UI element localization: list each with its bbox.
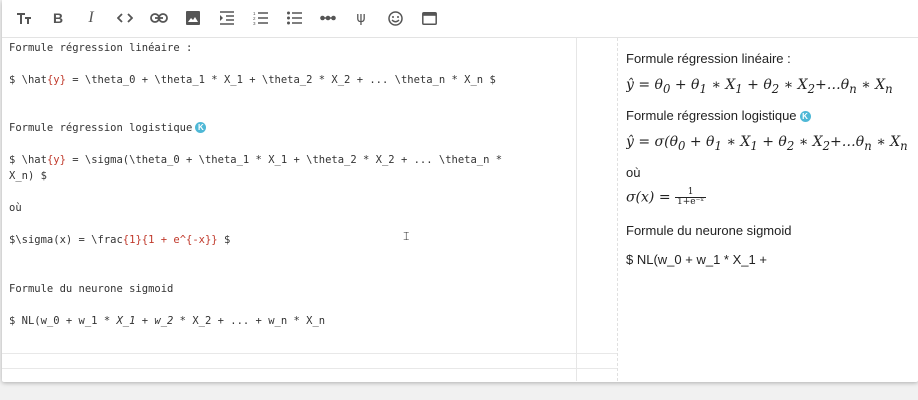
markdown-editor: B I 123 ψ Formule régression linéaire: … bbox=[2, 0, 918, 382]
preview-text: $ NL(w_0 + w_1 * X_1 + bbox=[626, 252, 767, 267]
preview-heading: Formule régression linéaire : bbox=[626, 51, 791, 66]
source-line: $ NL(w_0 + w_1 * X_1 + w_2 * X_2 + ... +… bbox=[9, 315, 326, 327]
formula-button[interactable]: ψ bbox=[348, 5, 374, 31]
source-line: Formule régression linéaire : bbox=[9, 42, 193, 54]
source-line: $ \hat{y} = \sigma(\theta_0 + \theta_1 *… bbox=[9, 154, 503, 166]
k-badge-icon: K bbox=[799, 111, 811, 122]
bold-icon: B bbox=[52, 10, 64, 26]
preview-heading: Formule régression logistique K bbox=[626, 108, 811, 123]
source-line: Formule du neurone sigmoid bbox=[9, 283, 174, 295]
text-size-icon bbox=[17, 13, 31, 24]
window-icon bbox=[421, 11, 437, 25]
code-button[interactable] bbox=[112, 5, 138, 31]
source-line: $ \hat{y} = \theta_0 + \theta_1 * X_1 + … bbox=[9, 74, 496, 86]
horizontal-rule-button[interactable] bbox=[315, 5, 341, 31]
indent-button[interactable] bbox=[214, 5, 240, 31]
markdown-source-pane[interactable]: Formule régression linéaire : $ \hat{y} … bbox=[2, 38, 618, 381]
link-button[interactable] bbox=[146, 5, 172, 31]
preview-toggle-button[interactable] bbox=[416, 5, 442, 31]
pane-divider[interactable] bbox=[576, 38, 577, 381]
active-line-highlight bbox=[2, 353, 618, 369]
psi-icon: ψ bbox=[356, 10, 366, 26]
editor-toolbar: B I 123 ψ bbox=[2, 0, 918, 38]
ordered-list-icon: 123 bbox=[253, 11, 268, 25]
preview-formula: ŷ = σ(θ0 + θ1 ∗ X1 + θ2 ∗ X2+…θn ∗ Xn bbox=[626, 134, 908, 153]
preview-formula: ŷ = θ0 + θ1 ∗ X1 + θ2 ∗ X2+…θn ∗ Xn bbox=[626, 77, 893, 96]
k-badge-icon: K bbox=[195, 122, 207, 133]
horizontal-rule-icon bbox=[320, 15, 336, 21]
bullet-list-icon bbox=[286, 11, 302, 25]
svg-text:3: 3 bbox=[253, 21, 256, 25]
bullet-list-button[interactable] bbox=[281, 5, 307, 31]
text-cursor-icon: 𝙸 bbox=[402, 229, 411, 243]
emoji-button[interactable] bbox=[382, 5, 408, 31]
indent-icon bbox=[220, 11, 234, 25]
text-size-button[interactable] bbox=[11, 5, 37, 31]
image-icon bbox=[186, 11, 200, 25]
preview-gutter bbox=[617, 38, 618, 381]
source-line: X_n) $ bbox=[9, 170, 47, 182]
link-icon bbox=[150, 13, 168, 23]
source-line: $\sigma(x) = \frac{1}{1 + e^{-x}} $ bbox=[9, 234, 231, 246]
fraction: 1 1+e⁻ˣ bbox=[675, 187, 707, 207]
preview-heading: Formule du neurone sigmoid bbox=[626, 223, 792, 238]
code-icon bbox=[117, 13, 133, 23]
emoji-icon bbox=[387, 10, 403, 26]
source-line: Formule régression logistique K bbox=[9, 122, 207, 134]
ordered-list-button[interactable]: 123 bbox=[247, 5, 273, 31]
image-button[interactable] bbox=[180, 5, 206, 31]
source-line: où bbox=[9, 202, 22, 214]
rendered-preview-pane: Formule régression linéaire : ŷ = θ0 + θ… bbox=[626, 38, 918, 381]
italic-icon: I bbox=[88, 9, 94, 26]
preview-formula: σ(x) = 1 1+e⁻ˣ bbox=[626, 187, 707, 207]
preview-text: où bbox=[626, 165, 641, 180]
italic-button[interactable]: I bbox=[78, 5, 104, 31]
bold-button[interactable]: B bbox=[45, 5, 71, 31]
